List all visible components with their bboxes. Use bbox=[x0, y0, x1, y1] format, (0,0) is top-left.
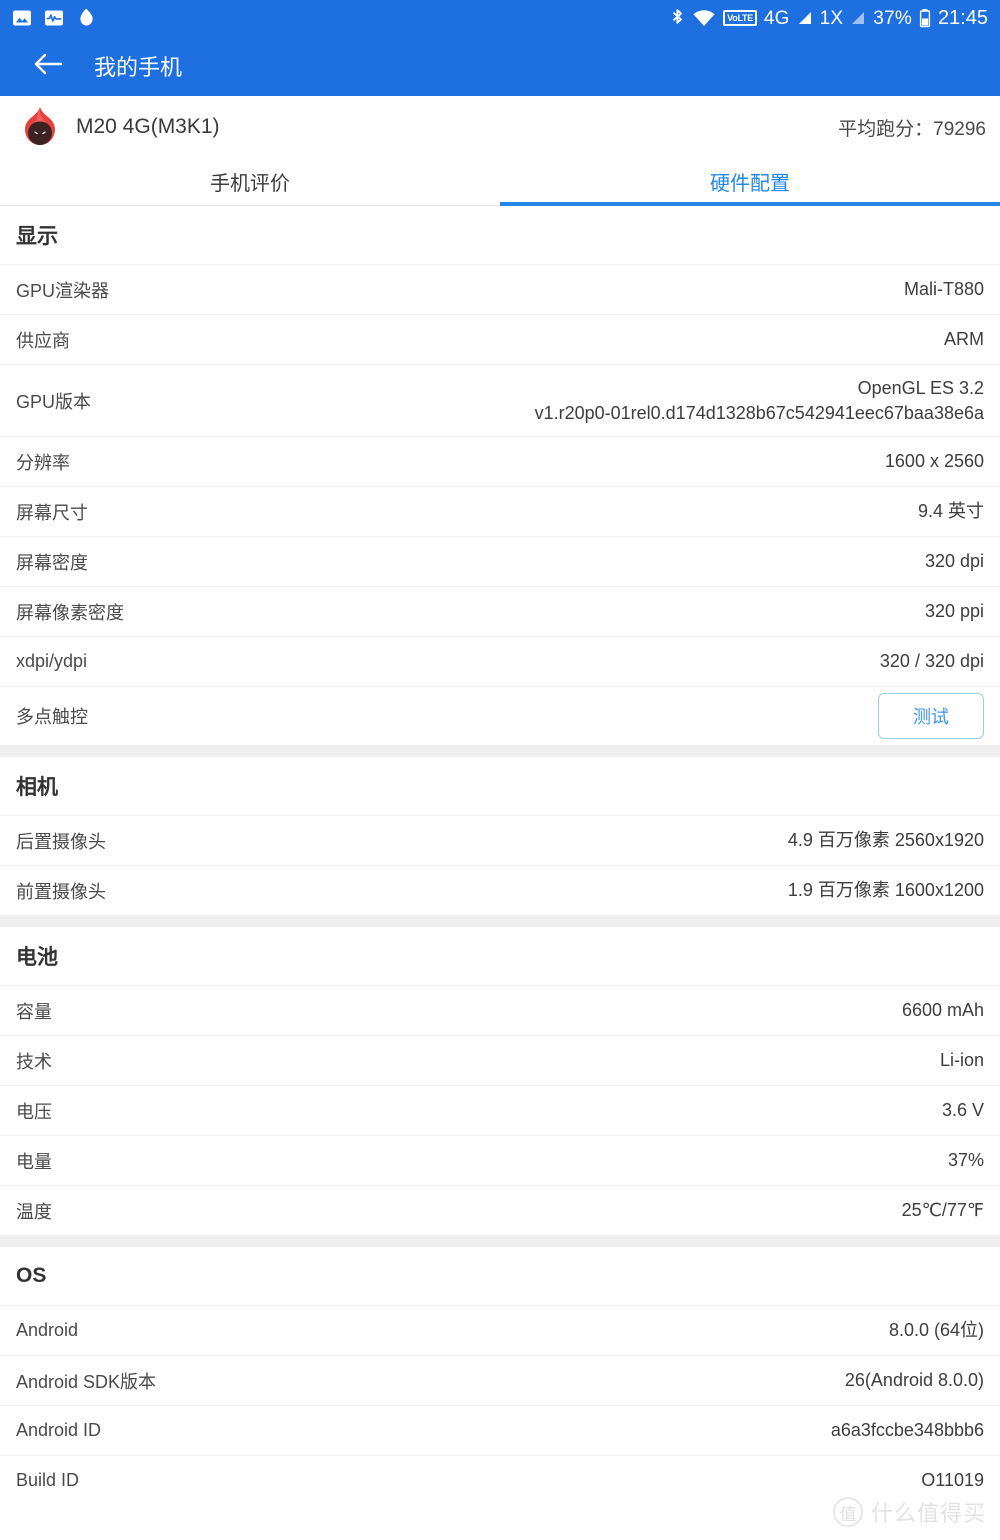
row-value: a6a3fccbe348bbb6 bbox=[830, 1420, 984, 1441]
row-key: 多点触控 bbox=[16, 707, 88, 727]
row-xdpi-ydpi[interactable]: xdpi/ydpi 320 / 320 dpi bbox=[0, 636, 1000, 686]
row-screen-density[interactable]: 屏幕密度 320 dpi bbox=[0, 536, 1000, 586]
back-arrow-icon bbox=[33, 51, 63, 82]
row-rear-camera[interactable]: 后置摄像头 4.9 百万像素 2560x1920 bbox=[0, 815, 1000, 865]
row-value: Li-ion bbox=[939, 1050, 984, 1071]
clock-label: 21:45 bbox=[937, 6, 988, 29]
row-key: Android ID bbox=[16, 1420, 102, 1440]
row-key: 屏幕尺寸 bbox=[16, 502, 88, 523]
row-front-camera[interactable]: 前置摄像头 1.9 百万像素 1600x1200 bbox=[0, 865, 1000, 915]
signal-bars-icon-1 bbox=[797, 10, 813, 26]
row-value: 320 / 320 dpi bbox=[879, 651, 984, 672]
row-screen-size[interactable]: 屏幕尺寸 9.4 英寸 bbox=[0, 486, 1000, 536]
status-bar-right-icons: VoLTE 4G 1X 37% 21:45 bbox=[670, 7, 988, 30]
bluetooth-icon bbox=[670, 8, 685, 29]
row-value: OpenGL ES 3.2 v1.r20p0-01rel0.d174d1328b… bbox=[534, 378, 984, 423]
network-type-4g: 4G bbox=[763, 7, 790, 29]
row-android-sdk-version[interactable]: Android SDK版本 26(Android 8.0.0) bbox=[0, 1355, 1000, 1405]
row-key: 后置摄像头 bbox=[16, 831, 106, 852]
row-pixel-density[interactable]: 屏幕像素密度 320 ppi bbox=[0, 586, 1000, 636]
app-bar: 我的手机 bbox=[0, 36, 1000, 96]
row-battery-technology[interactable]: 技术 Li-ion bbox=[0, 1035, 1000, 1085]
row-value: 320 dpi bbox=[924, 551, 984, 572]
row-key: 屏幕密度 bbox=[16, 552, 88, 573]
row-battery-voltage[interactable]: 电压 3.6 V bbox=[0, 1085, 1000, 1135]
row-multitouch: 多点触控 测试 bbox=[0, 686, 1000, 745]
row-key: Build ID bbox=[16, 1470, 80, 1490]
row-key: 供应商 bbox=[16, 330, 70, 351]
section-divider bbox=[0, 745, 1000, 757]
multitouch-test-button[interactable]: 测试 bbox=[878, 693, 984, 739]
back-button[interactable] bbox=[28, 46, 68, 86]
row-key: 技术 bbox=[16, 1051, 52, 1072]
row-value: 25℃/77℉ bbox=[901, 1200, 984, 1221]
row-battery-capacity[interactable]: 容量 6600 mAh bbox=[0, 985, 1000, 1035]
page-title: 我的手机 bbox=[94, 55, 183, 80]
row-resolution[interactable]: 分辨率 1600 x 2560 bbox=[0, 436, 1000, 486]
row-value: Mali-T880 bbox=[903, 279, 984, 300]
row-key: 电量 bbox=[16, 1151, 52, 1172]
row-value: 8.0.0 (64位) bbox=[888, 1320, 984, 1341]
row-key: Android SDK版本 bbox=[16, 1371, 157, 1392]
row-android-version[interactable]: Android 8.0.0 (64位) bbox=[0, 1305, 1000, 1355]
row-key: 分辨率 bbox=[16, 452, 70, 473]
section-title-display: 显示 bbox=[0, 206, 1000, 264]
tab-hardware-config[interactable]: 硬件配置 bbox=[500, 158, 1000, 206]
antutu-drop-icon bbox=[76, 7, 96, 29]
row-battery-level[interactable]: 电量 37% bbox=[0, 1135, 1000, 1185]
row-value: 3.6 V bbox=[941, 1100, 984, 1121]
device-model-name: M20 4G(M3K1) bbox=[76, 115, 220, 138]
row-key: GPU版本 bbox=[16, 391, 92, 412]
row-key: 容量 bbox=[16, 1001, 52, 1022]
row-value: 1.9 百万像素 1600x1200 bbox=[787, 880, 984, 901]
gallery-icon bbox=[12, 8, 32, 28]
tab-phone-review[interactable]: 手机评价 bbox=[0, 158, 500, 205]
signal-bars-icon-2 bbox=[850, 10, 866, 26]
row-android-id[interactable]: Android ID a6a3fccbe348bbb6 bbox=[0, 1405, 1000, 1455]
tab-bar: 手机评价 硬件配置 bbox=[0, 158, 1000, 206]
row-gpu-renderer[interactable]: GPU渲染器 Mali-T880 bbox=[0, 264, 1000, 314]
row-value: ARM bbox=[944, 329, 984, 350]
section-divider bbox=[0, 915, 1000, 927]
status-bar: VoLTE 4G 1X 37% 21:45 bbox=[0, 0, 1000, 36]
antutu-hardware-info-screen: VoLTE 4G 1X 37% 21:45 我的手机 M20 4G(M3K1) … bbox=[0, 0, 1000, 1540]
row-value: 1600 x 2560 bbox=[884, 451, 984, 472]
status-bar-left-icons bbox=[12, 7, 96, 29]
row-value: 37% bbox=[947, 1150, 984, 1171]
section-title-camera: 相机 bbox=[0, 757, 1000, 815]
row-key: xdpi/ydpi bbox=[16, 651, 88, 671]
row-build-id[interactable]: Build ID O11019 bbox=[0, 1455, 1000, 1505]
device-header: M20 4G(M3K1) 平均跑分：79296 bbox=[0, 96, 1000, 158]
row-key: 屏幕像素密度 bbox=[16, 602, 124, 623]
antutu-flame-logo bbox=[18, 105, 62, 149]
wifi-icon bbox=[692, 8, 716, 28]
row-value: 4.9 百万像素 2560x1920 bbox=[787, 830, 984, 851]
row-value: 9.4 英寸 bbox=[917, 501, 984, 522]
row-value: O11019 bbox=[921, 1470, 984, 1491]
row-key: 电压 bbox=[16, 1101, 52, 1122]
row-battery-temperature[interactable]: 温度 25℃/77℉ bbox=[0, 1185, 1000, 1235]
row-key: 温度 bbox=[16, 1201, 52, 1222]
row-value: 26(Android 8.0.0) bbox=[844, 1370, 984, 1391]
volte-badge: VoLTE bbox=[723, 10, 757, 26]
row-value: 6600 mAh bbox=[901, 1000, 984, 1021]
battery-percent-label: 37% bbox=[873, 7, 912, 29]
row-key: GPU渲染器 bbox=[16, 280, 110, 301]
row-value: 320 ppi bbox=[924, 601, 984, 622]
row-key: Android bbox=[16, 1320, 79, 1340]
monitor-chart-icon bbox=[44, 8, 64, 28]
section-divider bbox=[0, 1235, 1000, 1247]
row-key: 前置摄像头 bbox=[16, 881, 106, 902]
section-title-battery: 电池 bbox=[0, 927, 1000, 985]
row-gpu-version[interactable]: GPU版本 OpenGL ES 3.2 v1.r20p0-01rel0.d174… bbox=[0, 364, 1000, 436]
average-score-label: 平均跑分：79296 bbox=[838, 118, 986, 140]
section-title-os: OS bbox=[0, 1247, 1000, 1305]
battery-icon bbox=[919, 8, 931, 28]
network-type-1x: 1X bbox=[819, 7, 844, 29]
row-gpu-vendor[interactable]: 供应商 ARM bbox=[0, 314, 1000, 364]
